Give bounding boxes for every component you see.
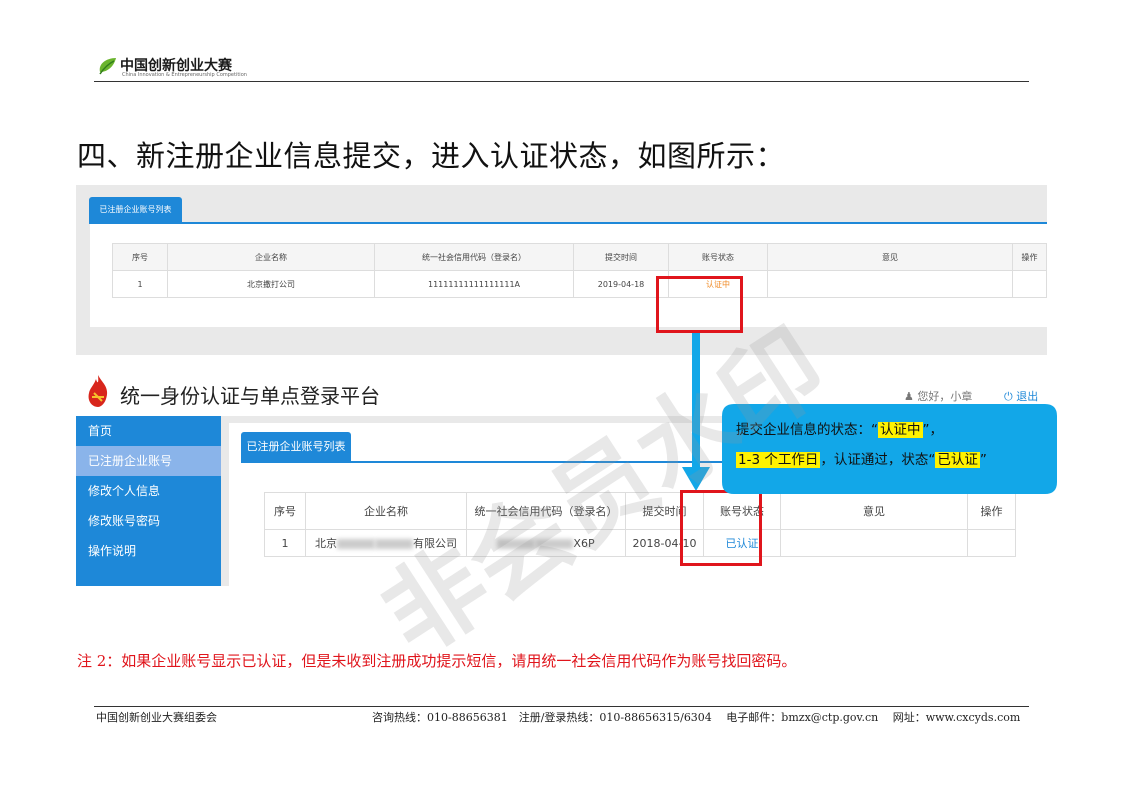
tab-registered-accounts[interactable]: 已注册企业账号列表 (89, 197, 182, 223)
screenshot-pending: 已注册企业账号列表 序号 企业名称 统一社会信用代码（登录名） 提交时间 账号状… (76, 185, 1047, 355)
footer-organizer: 中国创新创业大赛组委会 (96, 711, 217, 724)
accounts-table: 序号 企业名称 统一社会信用代码（登录名） 提交时间 账号状态 意见 操作 1 … (112, 243, 1047, 298)
tab-registered-accounts[interactable]: 已注册企业账号列表 (241, 432, 351, 462)
tab-underline (89, 222, 1047, 224)
table-header-row: 序号 企业名称 统一社会信用代码（登录名） 提交时间 账号状态 意见 操作 (112, 243, 1047, 271)
col-status: 账号状态 (668, 243, 768, 271)
user-icon: ♟ (904, 390, 914, 403)
sidebar-item-instructions[interactable]: 操作说明 (76, 536, 221, 566)
power-icon: ⏻ (1004, 390, 1013, 403)
logout-link[interactable]: ⏻ 退出 (1004, 388, 1038, 404)
cell-opinion (780, 529, 968, 557)
footer-contacts: 咨询热线：010-88656381 注册/登录热线：010-88656315/6… (372, 711, 1021, 724)
logo-subtitle: China Innovation & Entrepreneurship Comp… (122, 72, 247, 78)
col-opinion: 意见 (767, 243, 1013, 271)
leaf-logo-icon (99, 58, 116, 75)
sidebar-item-registered-accounts[interactable]: 已注册企业账号 (76, 446, 221, 476)
callout-highlight: 认证中 (878, 422, 923, 438)
flame-emblem-icon (88, 375, 108, 407)
sidebar: 首页 已注册企业账号 修改个人信息 修改账号密码 操作说明 (76, 416, 221, 586)
cell-opinion (767, 270, 1013, 298)
callout-highlight: 已认证 (935, 452, 980, 468)
col-time: 提交时间 (573, 243, 669, 271)
cell-code: 11111111111111111A (374, 270, 574, 298)
callout-text: ” (979, 452, 987, 468)
col-opinion: 意见 (780, 492, 968, 530)
col-company: 企业名称 (167, 243, 375, 271)
sidebar-item-home[interactable]: 首页 (76, 416, 221, 446)
col-code: 统一社会信用代码（登录名） (374, 243, 574, 271)
company-prefix: 北京 (315, 537, 337, 550)
table-row: 1 北京撒打公司 11111111111111111A 2019-04-18 认… (112, 270, 1047, 298)
cell-index: 1 (264, 529, 306, 557)
competition-logo: 中国创新创业大赛 China Innovation & Entrepreneur… (96, 52, 266, 82)
header-divider (94, 81, 1029, 82)
col-index: 序号 (264, 492, 306, 530)
cell-action (967, 529, 1016, 557)
col-index: 序号 (112, 243, 168, 271)
cell-action (1012, 270, 1047, 298)
section-heading: 四、新注册企业信息提交，进入认证状态，如图所示： (77, 139, 786, 173)
sidebar-item-edit-profile[interactable]: 修改个人信息 (76, 476, 221, 506)
col-action: 操作 (967, 492, 1016, 530)
col-action: 操作 (1012, 243, 1047, 271)
cell-time: 2019-04-18 (573, 270, 669, 298)
callout-text: ”， (922, 422, 944, 438)
logout-label: 退出 (1016, 390, 1039, 403)
platform-title: 统一身份认证与单点登录平台 (120, 384, 380, 408)
cell-company: 北京撒打公司 (167, 270, 375, 298)
user-greeting-text: 您好，小章 (917, 390, 973, 403)
callout-text: ，认证通过，状态“ (820, 452, 936, 468)
note-text: 注 2：如果企业账号显示已认证，但是未收到注册成功提示短信，请用统一社会信用代码… (77, 652, 797, 670)
user-greeting: ♟ 您好，小章 (904, 388, 972, 404)
cell-index: 1 (112, 270, 168, 298)
sidebar-item-change-password[interactable]: 修改账号密码 (76, 506, 221, 536)
footer-divider (94, 706, 1029, 707)
